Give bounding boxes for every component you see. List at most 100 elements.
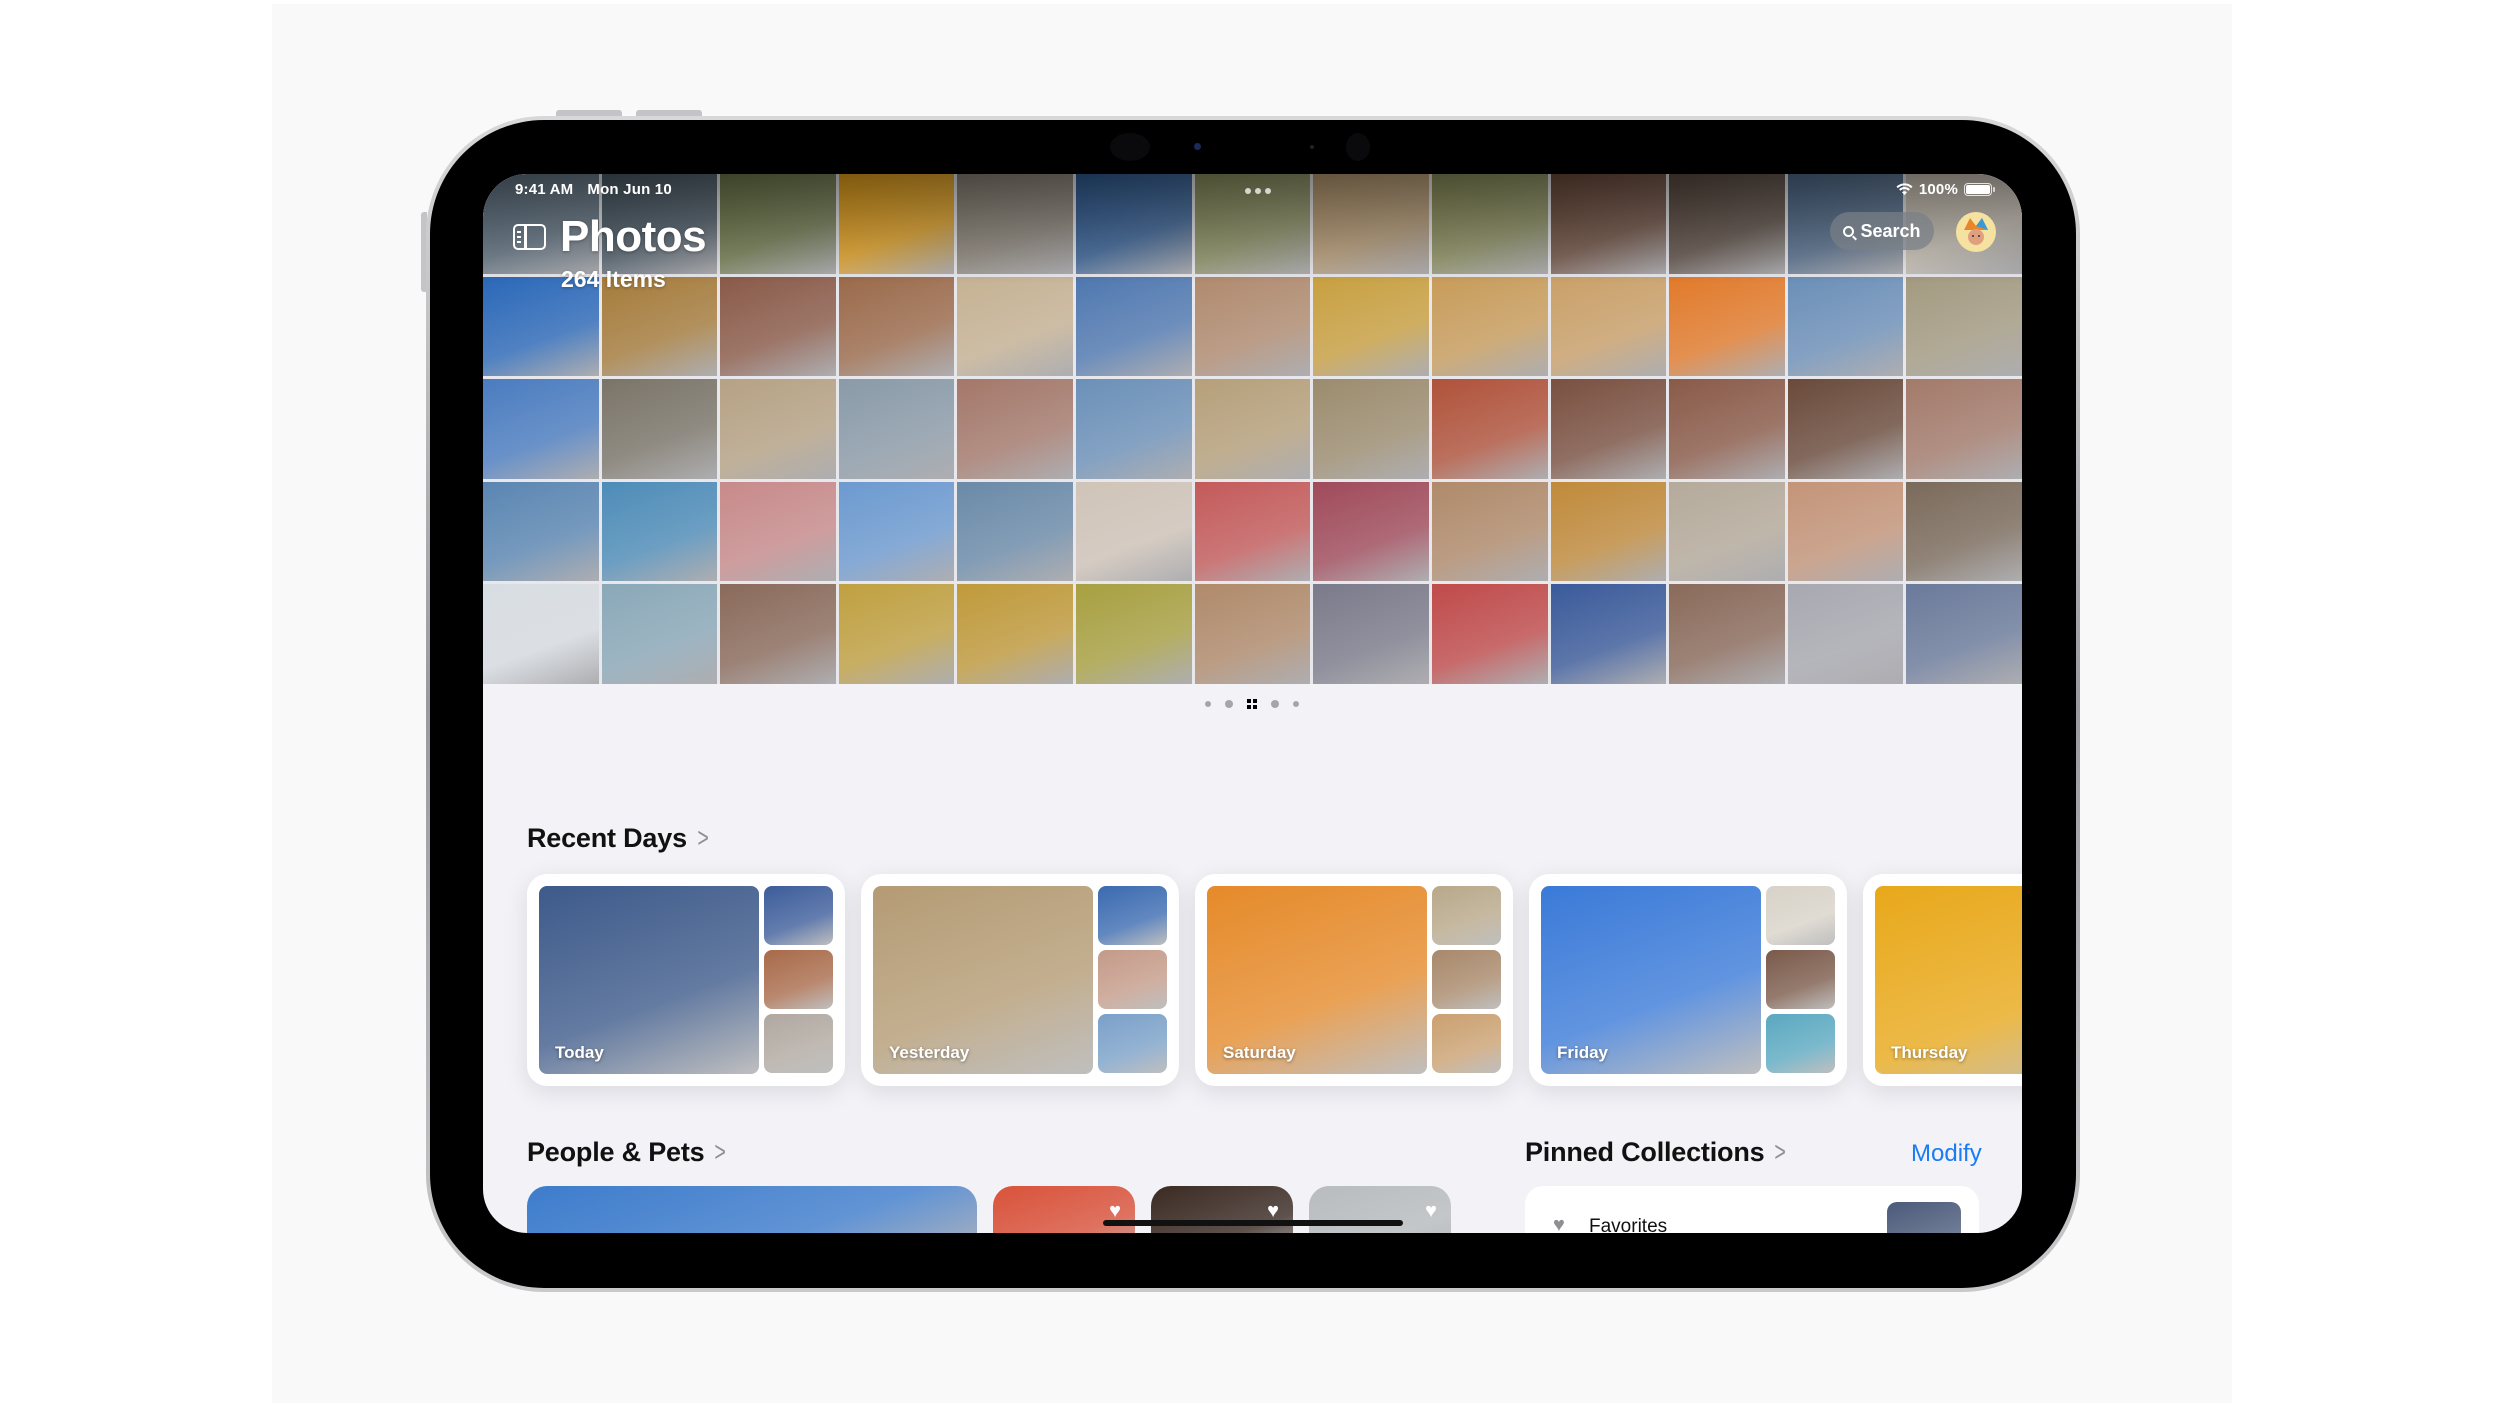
photo-thumbnail[interactable] — [1431, 276, 1548, 377]
day-label: Thursday — [1891, 1043, 1968, 1062]
photo-thumbnail[interactable] — [720, 584, 836, 684]
photo-thumbnail[interactable] — [1076, 379, 1192, 479]
photo-thumbnail[interactable] — [720, 481, 836, 582]
pinned-item-favorites[interactable]: ♥ Favorites — [1525, 1186, 1979, 1233]
search-label: Search — [1860, 220, 1921, 241]
photo-thumbnail[interactable] — [1076, 174, 1192, 274]
search-button[interactable]: Search — [1830, 212, 1934, 250]
photos-app-screen: 9:41 AM Mon Jun 10 100% Photos 264 Items… — [483, 174, 2022, 1233]
pinned-collections-header[interactable]: Pinned Collections > — [1525, 1136, 1789, 1168]
photo-thumbnail[interactable] — [601, 584, 718, 684]
sidebar-toggle-icon[interactable] — [513, 224, 546, 250]
photo-thumbnail[interactable] — [1787, 379, 1904, 479]
photo-thumbnail[interactable] — [1906, 379, 2022, 479]
photo-thumbnail[interactable] — [1431, 481, 1548, 582]
pinned-collections-title: Pinned Collections — [1525, 1136, 1765, 1167]
chevron-right-icon: > — [714, 1136, 727, 1167]
photo-thumbnail[interactable] — [1906, 481, 2022, 582]
photo-thumbnail[interactable] — [1906, 584, 2022, 684]
library-grid-icon[interactable] — [1247, 699, 1257, 709]
photo-thumbnail[interactable] — [1313, 584, 1429, 684]
photo-thumbnail[interactable] — [1787, 584, 1904, 684]
front-camera — [1110, 133, 1370, 161]
page-dot[interactable] — [1205, 701, 1211, 707]
photo-thumbnail[interactable] — [1550, 276, 1667, 377]
day-card-today[interactable]: Today — [527, 874, 845, 1086]
photo-thumbnail[interactable] — [601, 481, 718, 582]
day-card-friday[interactable]: Friday — [1529, 874, 1847, 1086]
heart-icon: ♥ — [1553, 1214, 1565, 1233]
photo-thumbnail[interactable] — [720, 174, 836, 274]
photo-thumbnail[interactable] — [1669, 174, 1785, 274]
day-thumbnail — [764, 1014, 833, 1073]
pinned-item-label: Favorites — [1589, 1216, 1668, 1233]
photo-thumbnail[interactable] — [1313, 174, 1429, 274]
day-card-thursday[interactable]: Thursday — [1863, 874, 2022, 1086]
page-dot[interactable] — [1271, 700, 1279, 708]
photo-thumbnail[interactable] — [1313, 276, 1429, 377]
recent-days-carousel: Today Yesterday Saturday Friday Thursday — [527, 874, 2022, 1086]
person-tile[interactable] — [527, 1186, 977, 1233]
recent-days-header[interactable]: Recent Days > — [527, 822, 711, 854]
photo-thumbnail[interactable] — [1431, 584, 1548, 684]
heart-icon[interactable]: ♥ — [1425, 1200, 1437, 1223]
photo-thumbnail[interactable] — [1669, 481, 1785, 582]
status-date: Mon Jun 10 — [587, 181, 672, 198]
photo-thumbnail[interactable] — [601, 379, 718, 479]
day-card-saturday[interactable]: Saturday — [1195, 874, 1513, 1086]
photo-thumbnail[interactable] — [1313, 481, 1429, 582]
photo-thumbnail[interactable] — [1550, 174, 1667, 274]
page-dot[interactable] — [1225, 700, 1233, 708]
photo-thumbnail[interactable] — [838, 584, 955, 684]
photo-thumbnail[interactable] — [838, 174, 955, 274]
photo-thumbnail[interactable] — [1194, 481, 1311, 582]
photo-thumbnail[interactable] — [1550, 379, 1667, 479]
photo-thumbnail[interactable] — [1313, 379, 1429, 479]
search-icon — [1843, 225, 1855, 237]
photo-thumbnail[interactable] — [1906, 276, 2022, 377]
photo-thumbnail[interactable] — [1431, 174, 1548, 274]
photo-thumbnail[interactable] — [957, 584, 1074, 684]
photo-thumbnail[interactable] — [720, 379, 836, 479]
photo-thumbnail[interactable] — [957, 276, 1074, 377]
photo-thumbnail[interactable] — [1076, 584, 1192, 684]
page-indicator[interactable] — [1205, 699, 1299, 709]
photo-thumbnail[interactable] — [483, 481, 599, 582]
photo-thumbnail[interactable] — [957, 481, 1074, 582]
people-pets-header[interactable]: People & Pets > — [527, 1136, 729, 1168]
photo-thumbnail[interactable] — [1669, 379, 1785, 479]
day-card-yesterday[interactable]: Yesterday — [861, 874, 1179, 1086]
photo-thumbnail[interactable] — [483, 584, 599, 684]
photo-thumbnail[interactable] — [1787, 276, 1904, 377]
day-thumbnail — [764, 886, 833, 945]
photo-thumbnail[interactable] — [1550, 584, 1667, 684]
photo-thumbnail[interactable] — [720, 276, 836, 377]
photo-thumbnail[interactable] — [838, 276, 955, 377]
day-key-photo: Saturday — [1207, 886, 1427, 1074]
photo-thumbnail[interactable] — [838, 481, 955, 582]
photo-thumbnail[interactable] — [1669, 276, 1785, 377]
photo-thumbnail[interactable] — [1076, 276, 1192, 377]
photo-thumbnail[interactable] — [1194, 379, 1311, 479]
photo-thumbnail[interactable] — [957, 379, 1074, 479]
photo-thumbnail[interactable] — [1669, 584, 1785, 684]
photo-thumbnail[interactable] — [1194, 584, 1311, 684]
day-key-photo: Yesterday — [873, 886, 1093, 1074]
photo-thumbnail[interactable] — [483, 379, 599, 479]
account-avatar[interactable] — [1956, 212, 1996, 252]
modify-button[interactable]: Modify — [1911, 1140, 1982, 1168]
photo-thumbnail[interactable] — [1076, 481, 1192, 582]
photo-thumbnail[interactable] — [1550, 481, 1667, 582]
photo-thumbnail[interactable] — [1787, 481, 1904, 582]
photo-thumbnail[interactable] — [838, 379, 955, 479]
multitasking-ellipsis-icon[interactable] — [1245, 188, 1271, 194]
recent-days-title: Recent Days — [527, 822, 687, 853]
day-label: Saturday — [1223, 1043, 1296, 1062]
home-indicator[interactable] — [1103, 1220, 1403, 1226]
page-dot[interactable] — [1293, 701, 1299, 707]
photo-thumbnail[interactable] — [957, 174, 1074, 274]
day-thumbnail — [1766, 950, 1835, 1009]
battery-icon — [1964, 183, 1995, 196]
photo-thumbnail[interactable] — [1431, 379, 1548, 479]
photo-thumbnail[interactable] — [1194, 276, 1311, 377]
